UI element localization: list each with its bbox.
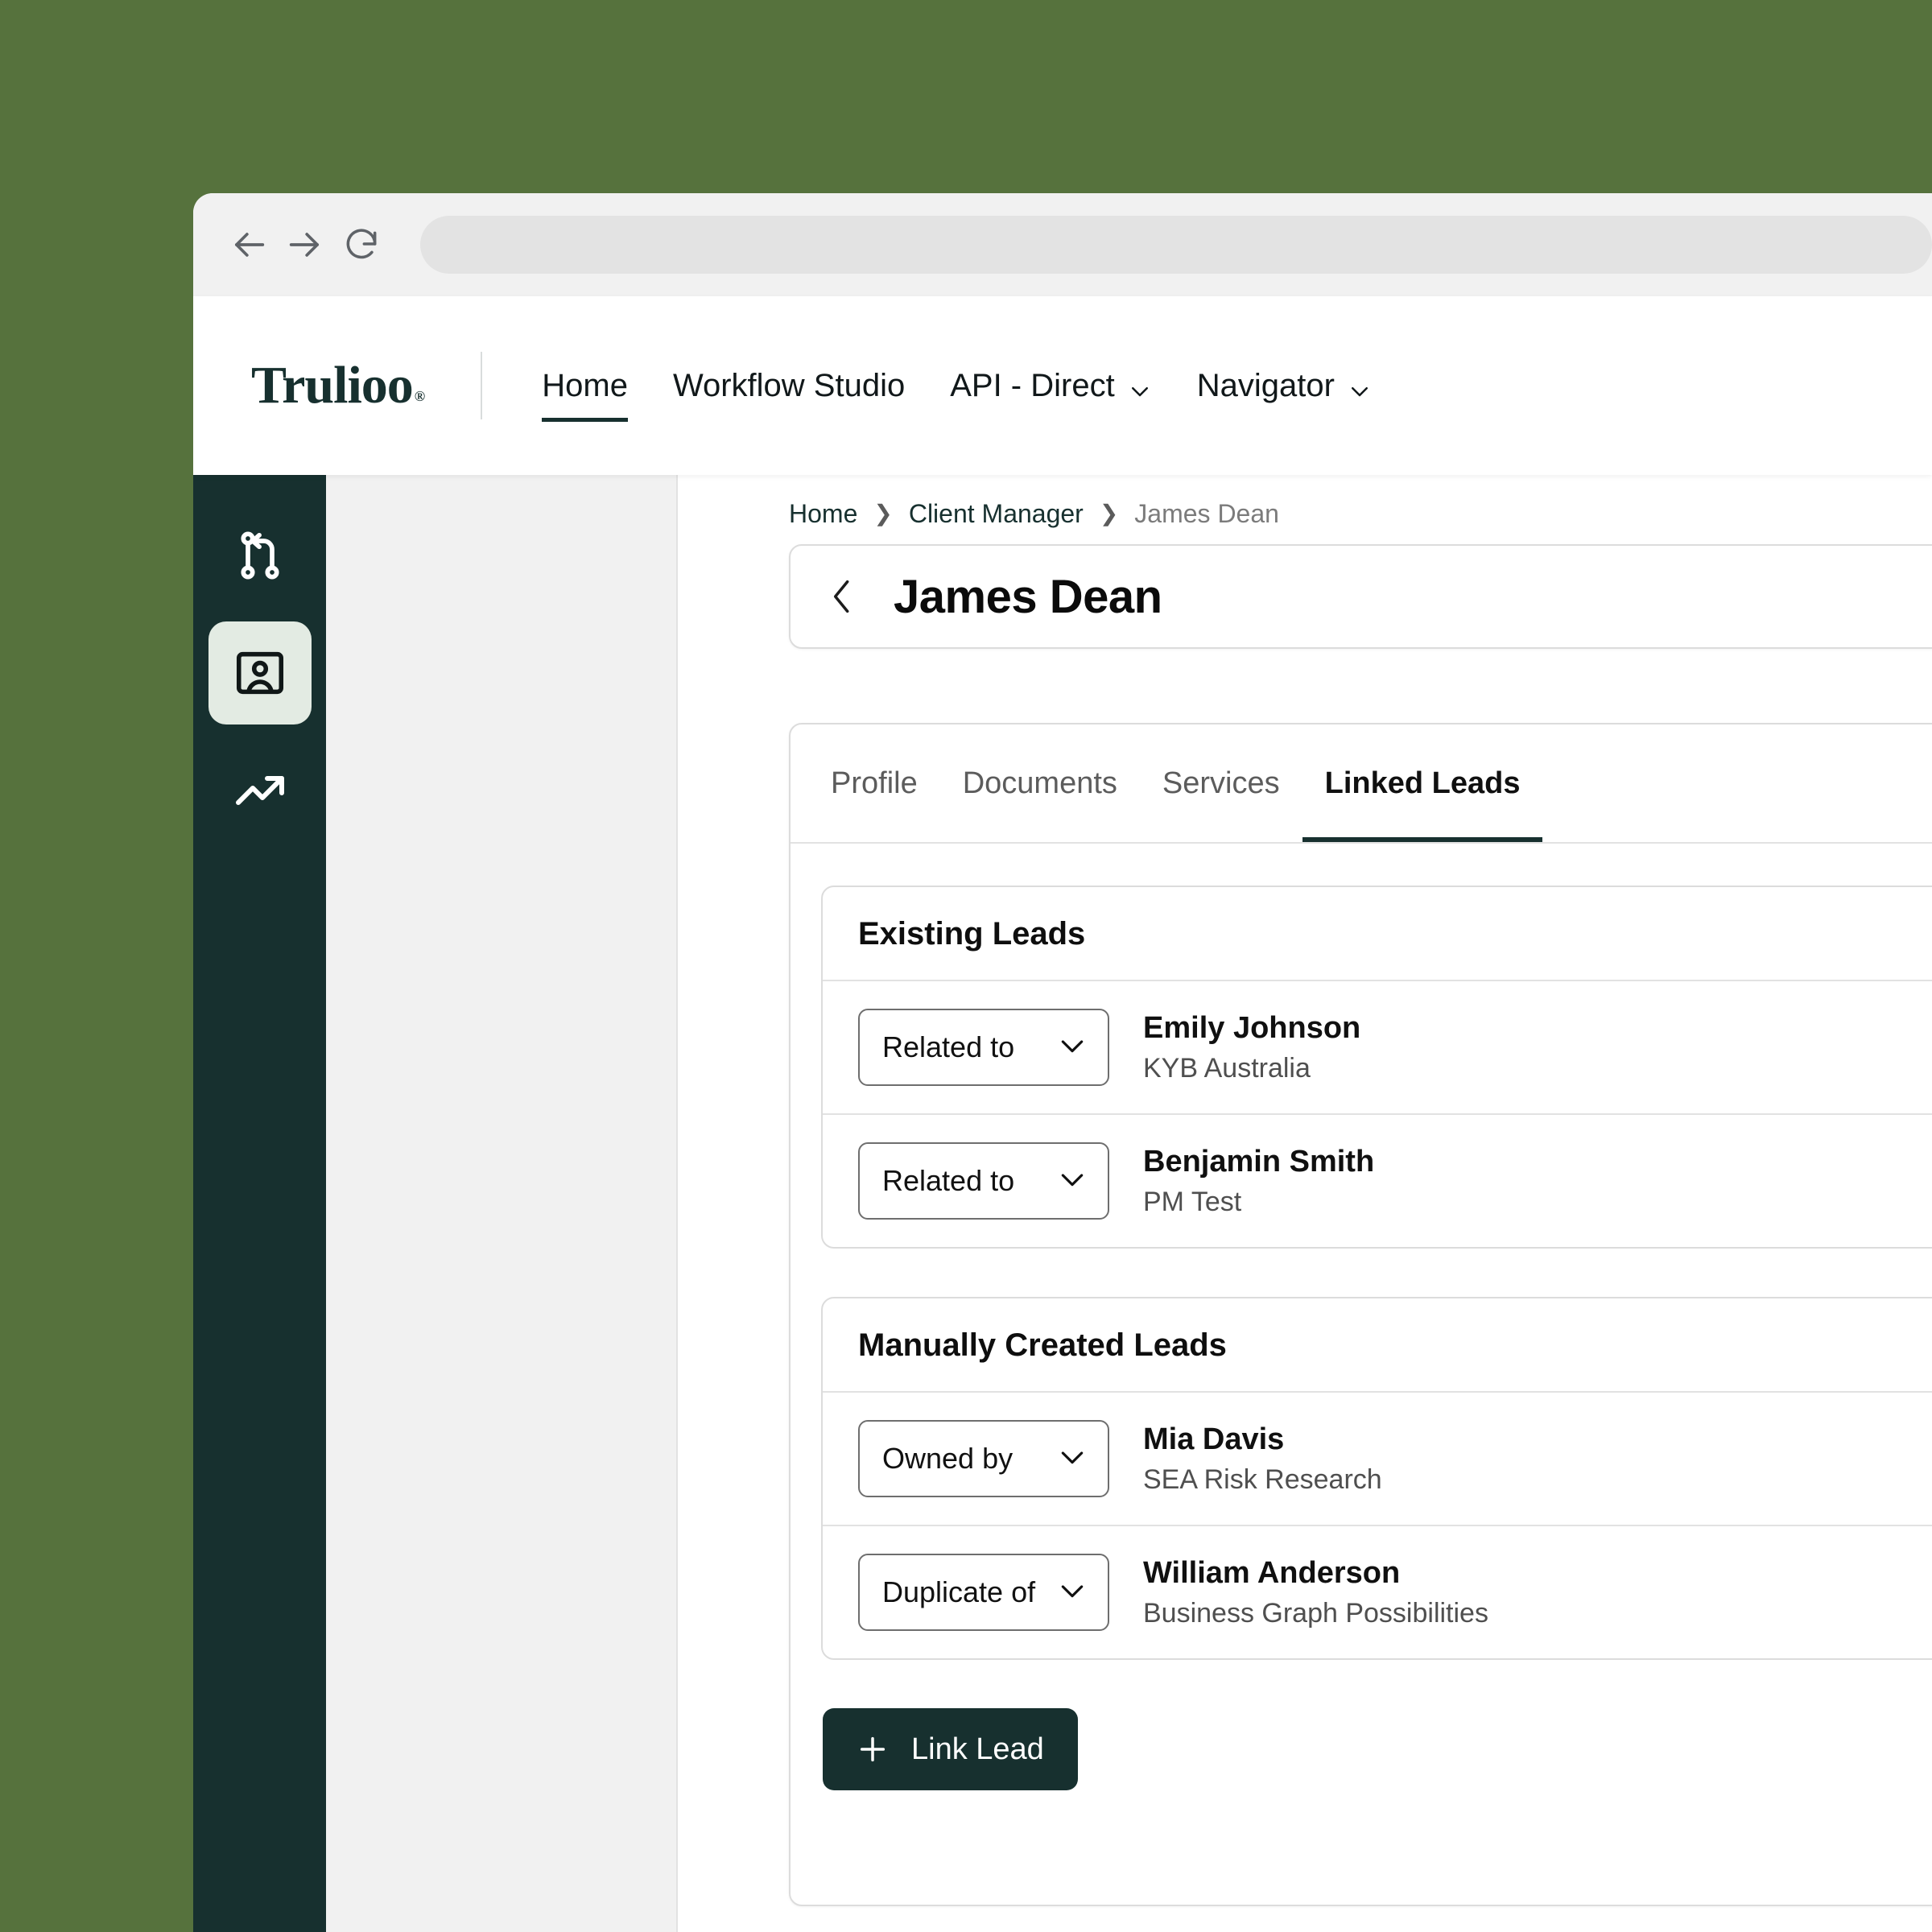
- manually-created-leads-card: Manually Created Leads Owned by Mia Davi…: [821, 1297, 1932, 1660]
- tab-documents[interactable]: Documents: [940, 724, 1140, 842]
- browser-forward-button[interactable]: [280, 220, 330, 270]
- relation-select-value: Related to: [882, 1030, 1015, 1063]
- browser-back-button[interactable]: [224, 220, 274, 270]
- lead-name: Emily Johnson: [1143, 1010, 1361, 1045]
- nav-item-api-direct[interactable]: API - Direct: [927, 360, 1174, 412]
- git-branch-icon: [231, 526, 289, 584]
- trending-up-icon: [231, 762, 289, 819]
- arrow-right-icon: [289, 233, 320, 257]
- header-divider: [481, 352, 483, 419]
- nav-item-label: API - Direct: [950, 367, 1115, 403]
- tab-label: Services: [1162, 766, 1280, 800]
- lead-row: Duplicate of William Anderson Business G…: [823, 1526, 1932, 1658]
- breadcrumb-item-client-manager[interactable]: Client Manager: [909, 499, 1084, 529]
- chevron-down-icon: [1056, 1163, 1088, 1199]
- url-input[interactable]: [420, 216, 1932, 274]
- nav-item-home[interactable]: Home: [519, 360, 650, 422]
- relation-select-value: Duplicate of: [882, 1575, 1036, 1608]
- page-title-card: James Dean: [789, 544, 1932, 649]
- relation-select[interactable]: Owned by: [858, 1420, 1109, 1497]
- lead-organization: PM Test: [1143, 1187, 1242, 1218]
- lead-row: Related to Benjamin Smith PM Test: [823, 1115, 1932, 1247]
- breadcrumb: Home ❯ Client Manager ❯ James Dean: [789, 499, 1279, 529]
- chevron-down-icon: [1056, 1441, 1088, 1477]
- tab-label: Profile: [831, 766, 918, 800]
- manually-created-leads-title: Manually Created Leads: [823, 1298, 1932, 1393]
- lead-organization: Business Graph Possibilities: [1143, 1598, 1488, 1629]
- tab-linked-leads[interactable]: Linked Leads: [1302, 724, 1543, 842]
- nav-item-workflow-studio[interactable]: Workflow Studio: [650, 360, 927, 412]
- registered-trademark-mark: ®: [414, 388, 425, 404]
- breadcrumb-item-home[interactable]: Home: [789, 499, 857, 529]
- relation-select[interactable]: Duplicate of: [858, 1554, 1109, 1631]
- sidebar-item-analytics[interactable]: [208, 739, 312, 842]
- link-lead-label: Link Lead: [911, 1732, 1044, 1766]
- nav-item-label: Home: [542, 367, 628, 403]
- breadcrumb-separator: ❯: [873, 500, 893, 526]
- relation-select-value: Owned by: [882, 1442, 1013, 1475]
- lead-info: Mia Davis SEA Risk Research: [1143, 1421, 1382, 1496]
- page-area: Home ❯ Client Manager ❯ James Dean James…: [326, 475, 1932, 1932]
- nav-item-label: Navigator: [1196, 367, 1335, 403]
- chevron-left-icon: [833, 580, 849, 613]
- lead-row: Owned by Mia Davis SEA Risk Research: [823, 1393, 1932, 1526]
- page-title: James Dean: [894, 570, 1162, 623]
- nav-item-label: Workflow Studio: [672, 367, 906, 403]
- existing-leads-card: Existing Leads Related to Emily Johnson: [821, 886, 1932, 1249]
- link-lead-button[interactable]: Link Lead: [823, 1708, 1078, 1790]
- brand-wordmark: Trulioo: [251, 356, 414, 415]
- left-rail: [193, 475, 326, 1932]
- tab-label: Documents: [962, 766, 1117, 800]
- main-nav: Home Workflow Studio API - Direct Naviga…: [519, 360, 1394, 422]
- chevron-down-icon: [1128, 375, 1152, 399]
- relation-select[interactable]: Related to: [858, 1142, 1109, 1220]
- tab-profile[interactable]: Profile: [808, 724, 940, 842]
- existing-leads-title: Existing Leads: [823, 887, 1932, 981]
- chevron-down-icon: [1056, 1575, 1088, 1611]
- tab-services[interactable]: Services: [1140, 724, 1302, 842]
- breadcrumb-item-current: James Dean: [1134, 499, 1279, 528]
- lead-info: William Anderson Business Graph Possibil…: [1143, 1554, 1488, 1630]
- relation-select[interactable]: Related to: [858, 1009, 1109, 1086]
- lead-organization: KYB Australia: [1143, 1053, 1311, 1084]
- browser-window: Trulioo ® Home Workflow Studio API - Dire…: [193, 193, 1932, 1932]
- app-header: Trulioo ® Home Workflow Studio API - Dire…: [193, 296, 1932, 475]
- lead-name: Benjamin Smith: [1143, 1144, 1375, 1179]
- reload-icon: [346, 229, 377, 259]
- tabs-card: Profile Documents Services Linked Leads: [789, 723, 1932, 1906]
- tab-list: Profile Documents Services Linked Leads: [791, 724, 1932, 844]
- sidebar-item-client-manager[interactable]: [208, 621, 312, 724]
- tab-label: Linked Leads: [1324, 766, 1521, 800]
- chevron-down-icon: [1348, 375, 1372, 399]
- trulioo-logo[interactable]: Trulioo ®: [251, 356, 425, 415]
- lead-info: Benjamin Smith PM Test: [1143, 1143, 1374, 1219]
- lead-name: William Anderson: [1143, 1555, 1401, 1590]
- browser-reload-button[interactable]: [336, 220, 386, 270]
- arrow-left-icon: [234, 233, 265, 257]
- lead-row: Related to Emily Johnson KYB Australia: [823, 981, 1932, 1115]
- relation-select-value: Related to: [882, 1164, 1015, 1197]
- lead-organization: SEA Risk Research: [1143, 1464, 1382, 1496]
- lead-name: Mia Davis: [1143, 1422, 1285, 1456]
- nav-item-navigator[interactable]: Navigator: [1174, 360, 1394, 412]
- back-button[interactable]: [824, 576, 860, 617]
- content-panel: Home ❯ Client Manager ❯ James Dean James…: [676, 475, 1932, 1932]
- sidebar-item-workflows[interactable]: [208, 504, 312, 607]
- plus-icon: [857, 1733, 889, 1765]
- breadcrumb-separator: ❯: [1099, 500, 1119, 526]
- chevron-down-icon: [1056, 1030, 1088, 1066]
- tab-panel-linked-leads: Existing Leads Related to Emily Johnson: [791, 844, 1932, 1790]
- lead-info: Emily Johnson KYB Australia: [1143, 1009, 1360, 1085]
- contact-card-icon: [232, 645, 288, 701]
- browser-toolbar: [193, 193, 1932, 296]
